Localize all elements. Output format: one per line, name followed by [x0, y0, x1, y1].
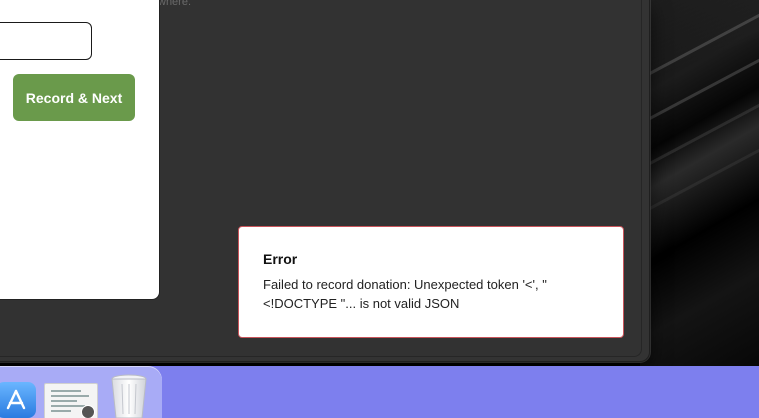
modal-overlay: where. Record & Next Error Failed to rec…: [0, 0, 642, 357]
donation-form-card: Record & Next: [0, 0, 160, 300]
background-text: where.: [158, 0, 192, 8]
app-window: where. Record & Next Error Failed to rec…: [0, 0, 650, 362]
gear-badge-icon: [81, 405, 95, 418]
preview-document-icon[interactable]: [44, 383, 98, 418]
desktop-wallpaper: [629, 0, 759, 418]
record-and-next-button[interactable]: Record & Next: [13, 74, 135, 121]
error-toast: Error Failed to record donation: Unexpec…: [238, 226, 624, 338]
trash-icon[interactable]: [109, 374, 149, 418]
screen: where. Record & Next Error Failed to rec…: [0, 0, 759, 418]
toast-title: Error: [263, 251, 298, 267]
app-store-icon[interactable]: [0, 382, 36, 418]
toast-message-line-2: <!DOCTYPE "... is not valid JSON: [263, 296, 460, 311]
donation-input[interactable]: [0, 22, 92, 60]
toast-message-line-1: Failed to record donation: Unexpected to…: [263, 277, 547, 292]
toast-message: Failed to record donation: Unexpected to…: [263, 275, 599, 313]
